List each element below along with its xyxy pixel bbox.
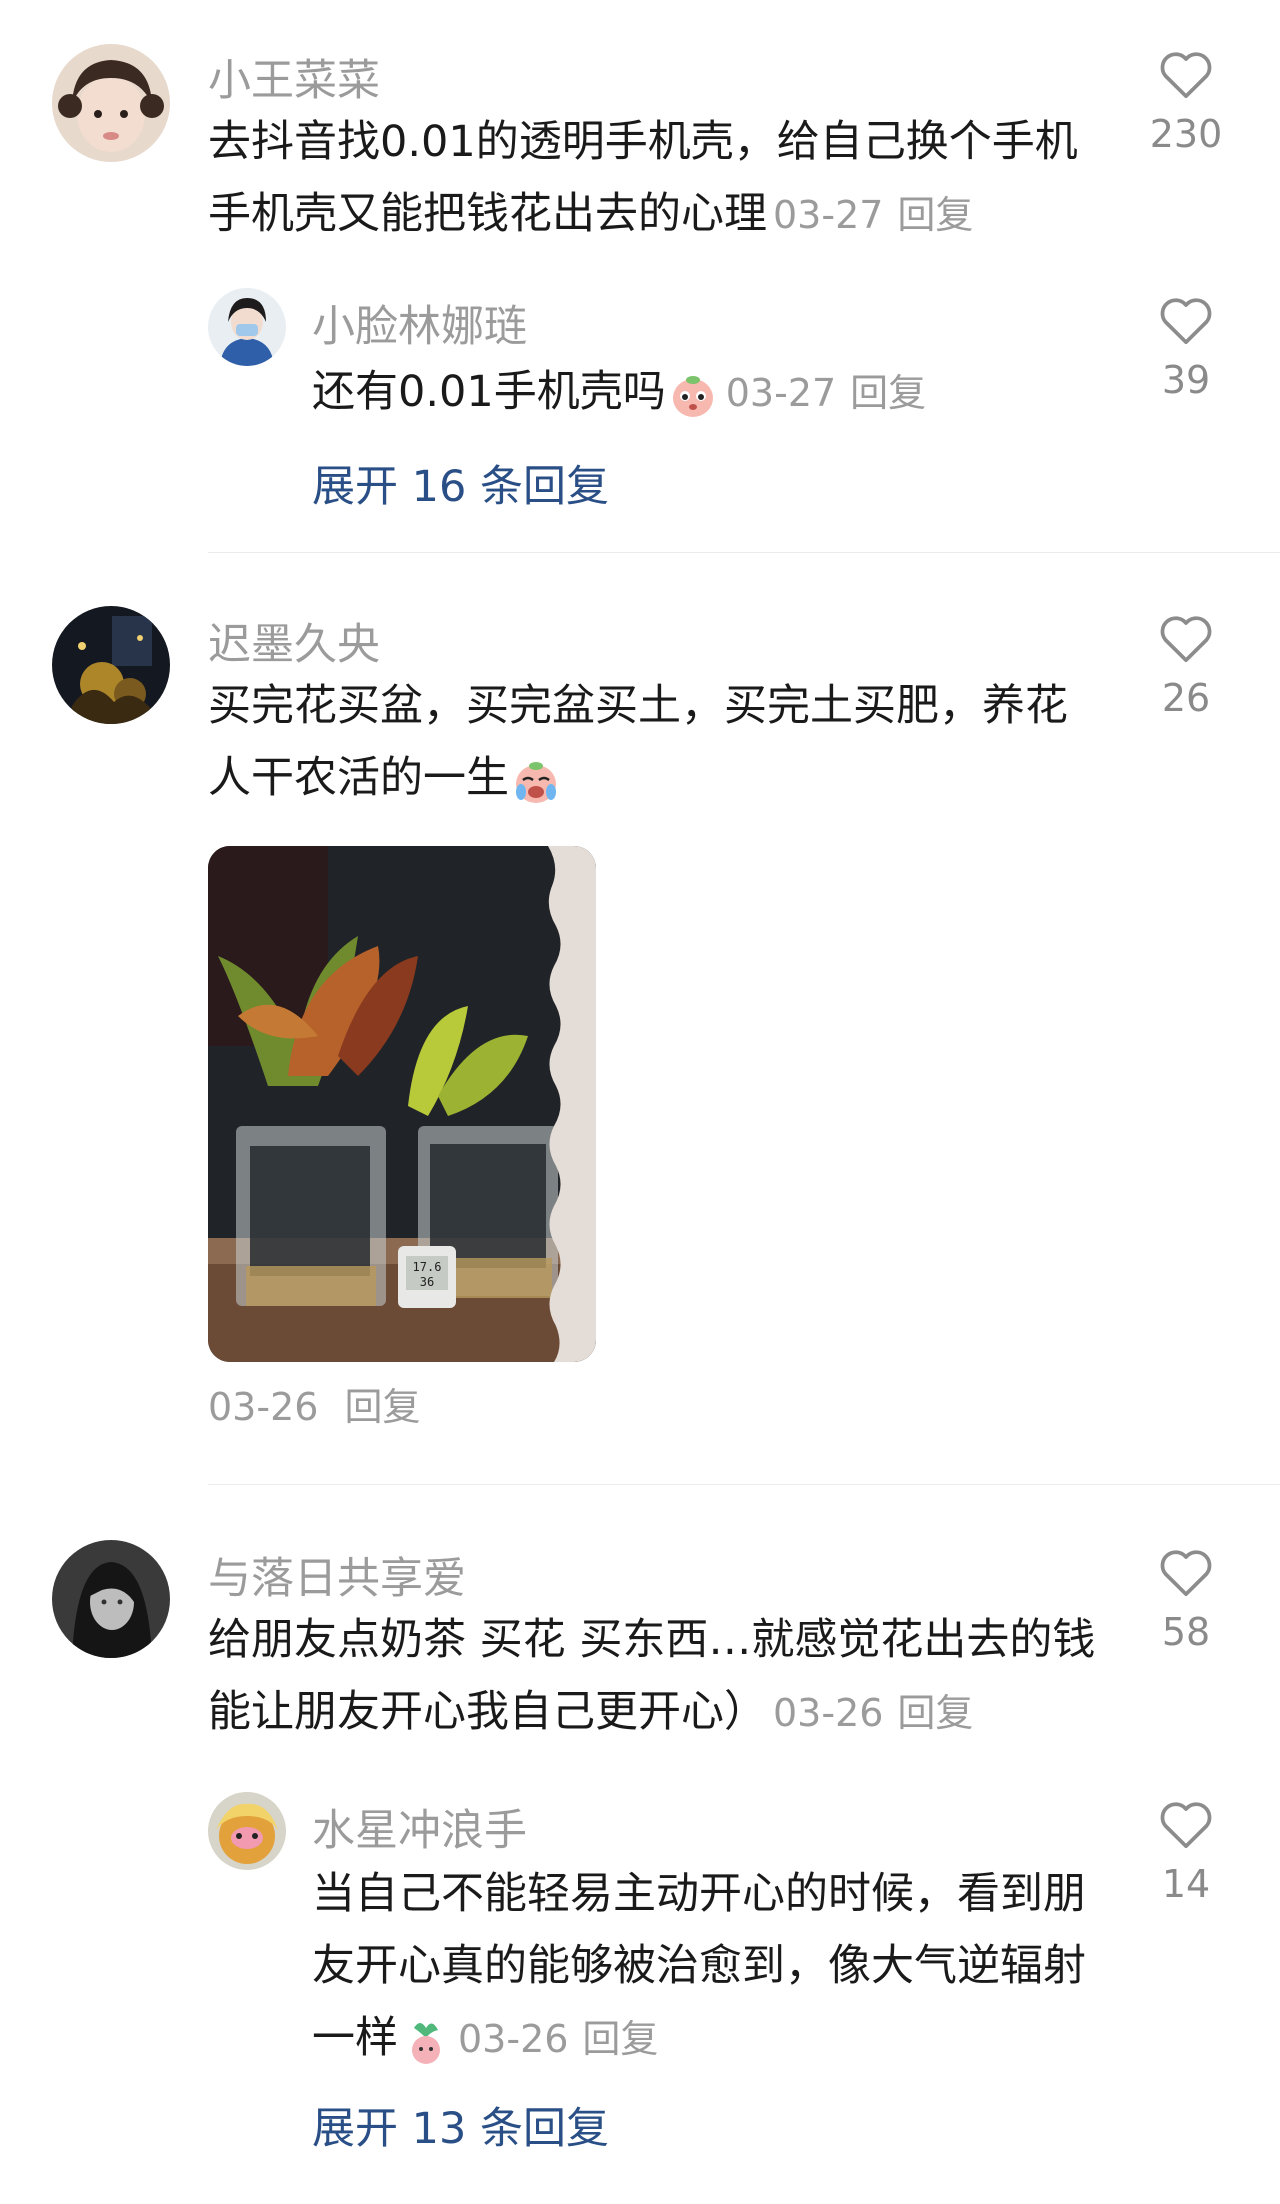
avatar[interactable] bbox=[52, 1540, 170, 1658]
comment-photo[interactable]: 17.6 36 bbox=[208, 846, 596, 1362]
like-button[interactable]: 39 bbox=[1131, 294, 1241, 402]
avatar[interactable] bbox=[208, 288, 286, 366]
comment-date: 03-27 bbox=[773, 193, 884, 237]
comment-author[interactable]: 小王菜菜 bbox=[208, 46, 380, 108]
heart-icon bbox=[1160, 1550, 1212, 1597]
reply-button[interactable]: 回复 bbox=[850, 371, 926, 415]
like-count: 39 bbox=[1161, 358, 1211, 402]
comment-text: 买完花买盆，买完盆买土，买完土买肥，养花人干农活的一生 bbox=[208, 670, 1098, 814]
avatar[interactable] bbox=[52, 606, 170, 724]
heart-icon bbox=[1160, 616, 1212, 663]
expand-replies-button[interactable]: 展开 13 条回复 bbox=[312, 2094, 609, 2156]
reply-author[interactable]: 小脸林娜琏 bbox=[312, 292, 527, 354]
like-count: 58 bbox=[1161, 1610, 1211, 1654]
like-button[interactable]: 58 bbox=[1131, 1546, 1241, 1654]
reply-date: 03-26 bbox=[458, 2017, 569, 2061]
heart-icon bbox=[1160, 52, 1212, 99]
comment-meta: 03-26 回复 bbox=[208, 1376, 421, 1431]
like-button[interactable]: 26 bbox=[1131, 612, 1241, 720]
comment-body: 买完花买盆，买完盆买土，买完土买肥，养花人干农活的一生 bbox=[208, 681, 1068, 803]
reply-button[interactable]: 回复 bbox=[897, 1691, 973, 1735]
like-count: 14 bbox=[1161, 1862, 1211, 1906]
comment-date: 03-26 bbox=[208, 1385, 319, 1429]
comment-text: 去抖音找0.01的透明手机壳，给自己换个手机手机壳又能把钱花出去的心理 03-27… bbox=[208, 106, 1098, 251]
comment-text: 给朋友点奶茶 买花 买东西…就感觉花出去的钱能让朋友开心我自己更开心） 03-26… bbox=[208, 1604, 1098, 1749]
divider bbox=[208, 552, 1280, 553]
reply-author[interactable]: 水星冲浪手 bbox=[312, 1796, 527, 1858]
comment-meta: 03-26 回复 bbox=[773, 1691, 973, 1735]
thermometer-temp: 17.6 bbox=[413, 1260, 442, 1274]
heart-icon bbox=[1160, 1802, 1212, 1849]
reply-text: 当自己不能轻易主动开心的时候，看到朋友开心真的能够被治愈到，像大气逆辐射一样 03… bbox=[312, 1858, 1102, 2075]
comment-meta: 03-27 回复 bbox=[773, 193, 973, 237]
divider bbox=[208, 1484, 1280, 1485]
heart-icon bbox=[1160, 298, 1212, 345]
thermometer-humidity: 36 bbox=[420, 1275, 434, 1289]
reply-meta: 03-27 回复 bbox=[726, 371, 926, 415]
reply-button[interactable]: 回复 bbox=[897, 193, 973, 237]
comment-author[interactable]: 与落日共享爱 bbox=[208, 1544, 466, 1606]
reply-body: 还有0.01手机壳吗 bbox=[312, 367, 666, 417]
like-button[interactable]: 230 bbox=[1131, 48, 1241, 156]
comment-date: 03-26 bbox=[773, 1691, 884, 1735]
reply-meta: 03-26 回复 bbox=[458, 2017, 658, 2061]
reply-button[interactable]: 回复 bbox=[582, 2017, 658, 2061]
avatar[interactable] bbox=[52, 44, 170, 162]
reply-text: 还有0.01手机壳吗 03-27 回复 bbox=[312, 356, 1072, 429]
like-count: 230 bbox=[1149, 112, 1223, 156]
like-count: 26 bbox=[1161, 676, 1211, 720]
crying-emoji-icon bbox=[516, 761, 556, 803]
like-button[interactable]: 14 bbox=[1131, 1798, 1241, 1906]
reply-button[interactable]: 回复 bbox=[345, 1385, 421, 1429]
expand-replies-button[interactable]: 展开 16 条回复 bbox=[312, 452, 609, 514]
comment-author[interactable]: 迟墨久央 bbox=[208, 610, 380, 672]
reply-date: 03-27 bbox=[725, 371, 837, 415]
radish-emoji-icon bbox=[412, 2022, 440, 2064]
pleading-emoji-icon bbox=[672, 375, 713, 417]
avatar[interactable] bbox=[208, 1792, 286, 1870]
